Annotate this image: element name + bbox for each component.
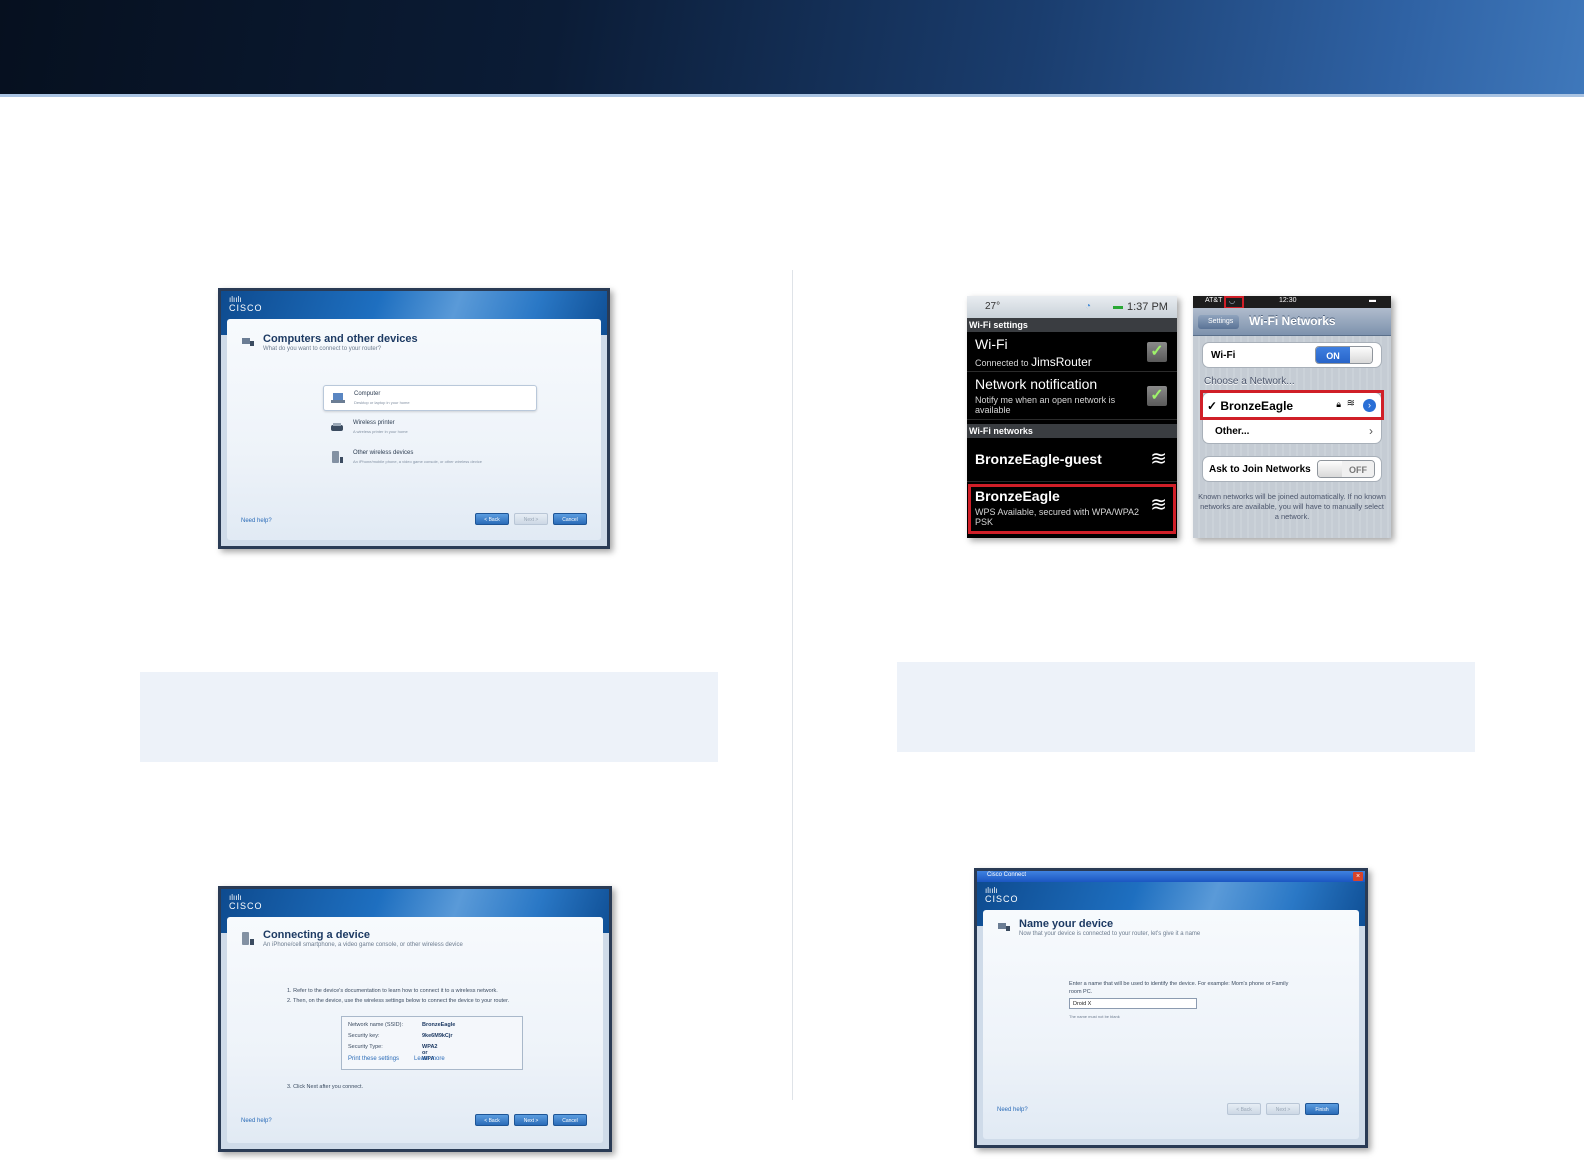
step-3: 3. Click Next after you connect. [287, 1084, 364, 1090]
phone-icon [332, 451, 343, 463]
screenshot-computers-and-devices: ılıılı CISCO Computers and other devices … [218, 288, 610, 549]
highlight-bronzeeagle [968, 484, 1176, 534]
wifi-signal-icon: ≋ [1150, 448, 1167, 470]
need-help-link[interactable]: Need help? [241, 1118, 272, 1124]
network-settings-box: Network name (SSID): BronzeEagle Security… [341, 1016, 523, 1070]
printer-icon [331, 423, 343, 431]
device-icon [242, 932, 254, 945]
header-banner [0, 0, 1584, 97]
next-button[interactable]: Next > [514, 513, 548, 525]
ask-to-join-group: Ask to Join Networks OFF [1202, 456, 1382, 482]
dialog-title: Name your device [1019, 918, 1114, 930]
dialog-subtitle: An iPhone/cell smartphone, a video game … [263, 942, 463, 948]
note-box-left [140, 672, 718, 762]
need-help-link[interactable]: Need help? [241, 518, 272, 524]
device-icon [998, 923, 1010, 931]
need-help-link[interactable]: Need help? [997, 1107, 1028, 1113]
wifi-toggle-row[interactable]: Wi-Fi Connected to JimsRouter ✓ [967, 332, 1177, 372]
cisco-logo: ılıılı CISCO [229, 295, 263, 313]
option-computer[interactable]: Computer Desktop or laptop in your home [323, 385, 537, 411]
next-button[interactable]: Next > [1266, 1103, 1300, 1115]
learn-more-link[interactable]: Learn more [414, 1056, 445, 1062]
screenshot-connecting-a-device: ılıılı CISCO Connecting a device An iPhon… [218, 886, 612, 1152]
window-titlebar: Cisco Connect × [977, 871, 1365, 882]
network-notification-row[interactable]: Network notification Notify me when an o… [967, 372, 1177, 420]
cancel-button[interactable]: Cancel [553, 513, 587, 525]
status-time: 1:37 PM [1127, 301, 1168, 313]
next-button[interactable]: Next > [514, 1114, 548, 1126]
dialog-title: Computers and other devices [263, 333, 418, 345]
highlight-bronzeeagle [1200, 390, 1384, 420]
choose-network-label: Choose a Network... [1204, 376, 1295, 387]
network-row-guest[interactable]: BronzeEagle-guest ≋ [967, 438, 1177, 482]
battery-icon: ▬ [1369, 297, 1376, 304]
carrier-label: AT&T [1205, 297, 1223, 304]
network-item-other[interactable]: Other... › [1203, 419, 1381, 445]
ask-to-join-toggle[interactable]: OFF [1317, 460, 1375, 478]
back-button[interactable]: < Back [475, 1114, 509, 1126]
section-wifi-networks: Wi-Fi networks [967, 424, 1177, 438]
dialog-title: Connecting a device [263, 929, 370, 941]
cancel-button[interactable]: Cancel [553, 1114, 587, 1126]
page: ılıılı CISCO Computers and other devices … [0, 0, 1584, 1160]
wifi-status-icon: ◔ [1085, 301, 1092, 312]
ask-to-join-footnote: Known networks will be joined automatica… [1198, 492, 1386, 521]
wifi-checkbox[interactable]: ✓ [1147, 342, 1167, 362]
cisco-logo: ılıılı CISCO [985, 886, 1019, 904]
device-icon [242, 338, 254, 346]
back-button[interactable]: < Back [475, 513, 509, 525]
battery-icon: ▬ [1113, 301, 1123, 312]
finish-button[interactable]: Finish [1305, 1103, 1339, 1115]
wifi-toggle-group: Wi-Fi ON [1202, 342, 1382, 368]
option-other-wireless-devices[interactable]: Other wireless devices An iPhone/mobile … [323, 445, 537, 471]
chevron-right-icon: › [1369, 424, 1373, 438]
cisco-logo: ılıılı CISCO [229, 893, 263, 911]
note-box-right [897, 662, 1475, 752]
back-button[interactable]: < Back [1227, 1103, 1261, 1115]
option-wireless-printer[interactable]: Wireless printer A wireless printer in y… [323, 415, 537, 441]
android-wifi-settings-screenshot: 27° ◔ ▬ 1:37 PM Wi-Fi settings Wi-Fi Con… [967, 296, 1177, 538]
android-status-bar: 27° ◔ ▬ 1:37 PM [967, 296, 1177, 318]
close-icon[interactable]: × [1353, 872, 1363, 881]
settings-back-button[interactable]: Settings [1198, 315, 1240, 329]
column-divider [792, 270, 793, 1100]
name-prompt: Enter a name that will be used to identi… [1069, 981, 1289, 995]
wifi-toggle[interactable]: ON [1315, 346, 1373, 364]
iphone-status-bar: AT&T ◡ 12:30 ▬ [1193, 296, 1391, 308]
status-time: 12:30 [1279, 297, 1297, 304]
device-name-input[interactable]: Droid X [1069, 998, 1197, 1009]
dialog-subtitle: Now that your device is connected to you… [1019, 931, 1201, 937]
notification-checkbox[interactable]: ✓ [1147, 386, 1167, 406]
section-wifi-settings: Wi-Fi settings [967, 318, 1177, 332]
name-hint: The name must not be blank [1069, 1014, 1120, 1019]
laptop-icon [331, 393, 345, 403]
step-2: 2. Then, on the device, use the wireless… [287, 998, 510, 1004]
nav-title: Wi-Fi Networks [1249, 314, 1336, 328]
window-title: Cisco Connect [987, 872, 1027, 878]
iphone-nav-bar: Settings Wi-Fi Networks [1193, 308, 1391, 336]
print-settings-link[interactable]: Print these settings [348, 1056, 399, 1062]
dialog-subtitle: What do you want to connect to your rout… [263, 346, 382, 352]
screenshot-name-your-device: Cisco Connect × ılıılı CISCO Name your de… [974, 868, 1368, 1148]
step-1: 1. Refer to the device's documentation t… [287, 988, 498, 994]
weather-temp: 27° [985, 301, 1001, 312]
iphone-wifi-networks-screenshot: AT&T ◡ 12:30 ▬ Settings Wi-Fi Networks W… [1193, 296, 1391, 538]
